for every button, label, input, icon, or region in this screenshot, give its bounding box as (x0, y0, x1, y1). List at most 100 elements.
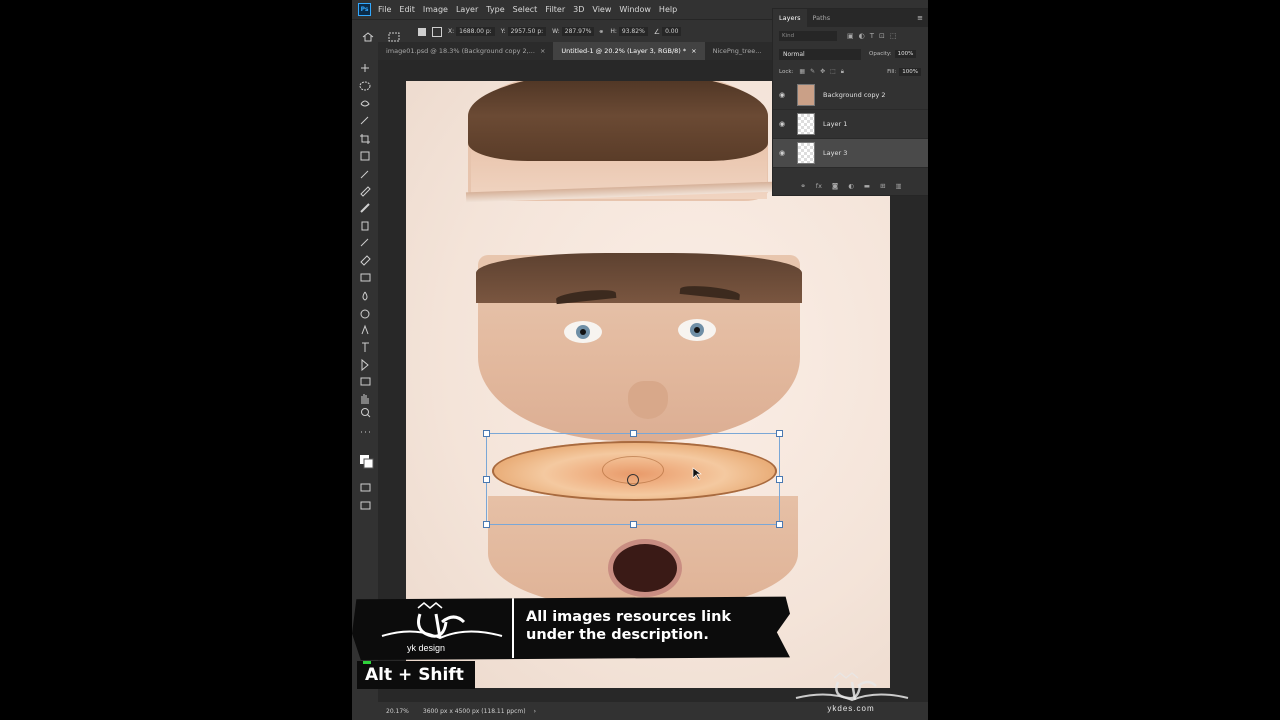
y-field[interactable]: 2957.50 p: (507, 27, 547, 36)
brand-text: yk design (407, 643, 445, 653)
transform-handle-tr[interactable] (776, 430, 783, 437)
move-tool-icon (361, 64, 369, 72)
menu-3d[interactable]: 3D (573, 5, 584, 14)
reference-point-icon[interactable] (432, 26, 442, 37)
zoom-handle-icon (367, 414, 371, 418)
stamp-tool-icon (361, 221, 369, 231)
menu-image[interactable]: Image (423, 5, 448, 14)
new-group-icon[interactable]: ▬ (864, 182, 870, 190)
transform-handle-ml[interactable] (483, 476, 490, 483)
zoom-level[interactable]: 20.17% (386, 708, 409, 715)
visibility-eye-icon[interactable]: ◉ (779, 149, 789, 157)
reference-point-crosshair-icon[interactable] (627, 474, 639, 486)
x-field[interactable]: 1688.00 p: (456, 27, 495, 36)
left-eye (564, 321, 602, 343)
layer-style-icon[interactable]: fx (816, 182, 822, 190)
menu-edit[interactable]: Edit (399, 5, 415, 14)
photoshop-logo-icon[interactable]: Ps (358, 3, 371, 16)
tab-paths[interactable]: Paths (807, 9, 837, 27)
layer-name: Layer 1 (823, 120, 848, 128)
lock-icons[interactable]: ▦✎✥⬚🔒︎ (799, 68, 849, 76)
menu-select[interactable]: Select (513, 5, 538, 14)
transform-handle-bl[interactable] (483, 521, 490, 528)
brush-tool-icon (360, 203, 370, 213)
close-icon[interactable]: × (540, 47, 545, 55)
shortcut-overlay: Alt + Shift (357, 661, 475, 689)
banner-text: All images resources link under the desc… (526, 608, 731, 644)
type-tool-icon (362, 342, 369, 352)
close-icon[interactable]: × (691, 47, 696, 55)
layer-row-layer-3[interactable]: ◉ Layer 3 (773, 139, 928, 168)
layer-row-layer-1[interactable]: ◉ Layer 1 (773, 110, 928, 139)
transform-handle-mr[interactable] (776, 476, 783, 483)
tab-untitled-1[interactable]: Untitled-1 @ 20.2% (Layer 3, RGB/8) * × (553, 42, 705, 60)
lock-label: Lock: (779, 69, 794, 75)
chevron-right-icon[interactable]: › (534, 708, 536, 715)
h-label: H: (610, 28, 617, 35)
menu-help[interactable]: Help (659, 5, 677, 14)
link-icon[interactable]: ⚭ (598, 28, 604, 36)
banner-divider (512, 596, 514, 658)
checkbox-icon[interactable] (418, 27, 426, 36)
right-iris (690, 323, 704, 337)
nose (628, 381, 668, 419)
blur-tool-icon (362, 291, 368, 301)
angle-field[interactable]: 0.00 (662, 27, 682, 36)
tab-label: Untitled-1 @ 20.2% (Layer 3, RGB/8) * (561, 47, 687, 55)
tab-image01[interactable]: image01.psd @ 18.3% (Background copy 2,.… (378, 42, 553, 60)
move-tool-preset-icon[interactable] (388, 27, 400, 41)
layer-name: Layer 3 (823, 149, 848, 157)
gradient-tool-icon (360, 273, 371, 282)
menu-view[interactable]: View (592, 5, 611, 14)
y-label: Y: (500, 28, 506, 35)
screen-mode-icon (360, 501, 371, 510)
height-field[interactable]: 93.82% (618, 27, 648, 36)
opacity-label: Opacity: (869, 51, 892, 57)
filter-icons[interactable]: ▣◐T⊡⬚ (847, 32, 901, 40)
tab-label: NicePng_tree... (712, 47, 762, 55)
free-transform-box[interactable] (483, 430, 783, 528)
transform-handle-bc[interactable] (630, 521, 637, 528)
layers-filter-row: Kind ▣◐T⊡⬚ (773, 27, 928, 45)
new-layer-icon[interactable]: ⊞ (880, 182, 885, 190)
menu-type[interactable]: Type (486, 5, 504, 14)
layer-thumbnail (797, 84, 815, 106)
eraser-tool-icon (360, 255, 371, 266)
banner-line-1: All images resources link (526, 609, 732, 625)
home-icon[interactable] (362, 27, 374, 41)
panel-menu-icon[interactable]: ≡ (917, 14, 923, 22)
tab-layers[interactable]: Layers (773, 9, 807, 27)
menu-filter[interactable]: Filter (545, 5, 565, 14)
right-eye (678, 319, 716, 341)
fill-field[interactable]: 100% (899, 68, 921, 76)
transform-handle-br[interactable] (776, 521, 783, 528)
angle-icon: ∠ (653, 27, 661, 36)
add-mask-icon[interactable]: ◙ (832, 182, 838, 190)
visibility-eye-icon[interactable]: ◉ (779, 120, 789, 128)
document-info[interactable]: 3600 px x 4500 px (118.11 ppcm) (423, 708, 526, 715)
frame-tool-icon (360, 151, 370, 161)
width-field[interactable]: 287.97% (561, 27, 595, 36)
x-label: X: (448, 28, 455, 35)
visibility-eye-icon[interactable]: ◉ (779, 91, 789, 99)
shortcut-text: Alt + Shift (365, 665, 464, 685)
menu-layer[interactable]: Layer (456, 5, 478, 14)
opacity-field[interactable]: 100% (894, 50, 917, 58)
right-pupil (694, 327, 700, 333)
layer-row-background-copy-2[interactable]: ◉ Background copy 2 (773, 81, 928, 110)
menu-window[interactable]: Window (619, 5, 651, 14)
face-hairline (476, 253, 802, 303)
transform-handle-tl[interactable] (483, 430, 490, 437)
tab-nicepng[interactable]: NicePng_tree... (705, 42, 770, 60)
shortcut-accent-bar (363, 661, 371, 664)
link-layers-icon[interactable]: ⚭ (800, 182, 805, 190)
rectangle-tool-icon (360, 377, 371, 386)
adjustment-layer-icon[interactable]: ◐ (848, 182, 854, 190)
layer-kind-filter[interactable]: Kind (779, 31, 837, 41)
background-color-swatch (363, 458, 374, 469)
delete-layer-icon[interactable]: ▥ (896, 182, 902, 190)
transform-handle-tc[interactable] (630, 430, 637, 437)
blend-mode-select[interactable]: Normal (779, 48, 861, 60)
menu-file[interactable]: File (378, 5, 391, 14)
blend-row: Normal Opacity: 100% (773, 45, 928, 63)
